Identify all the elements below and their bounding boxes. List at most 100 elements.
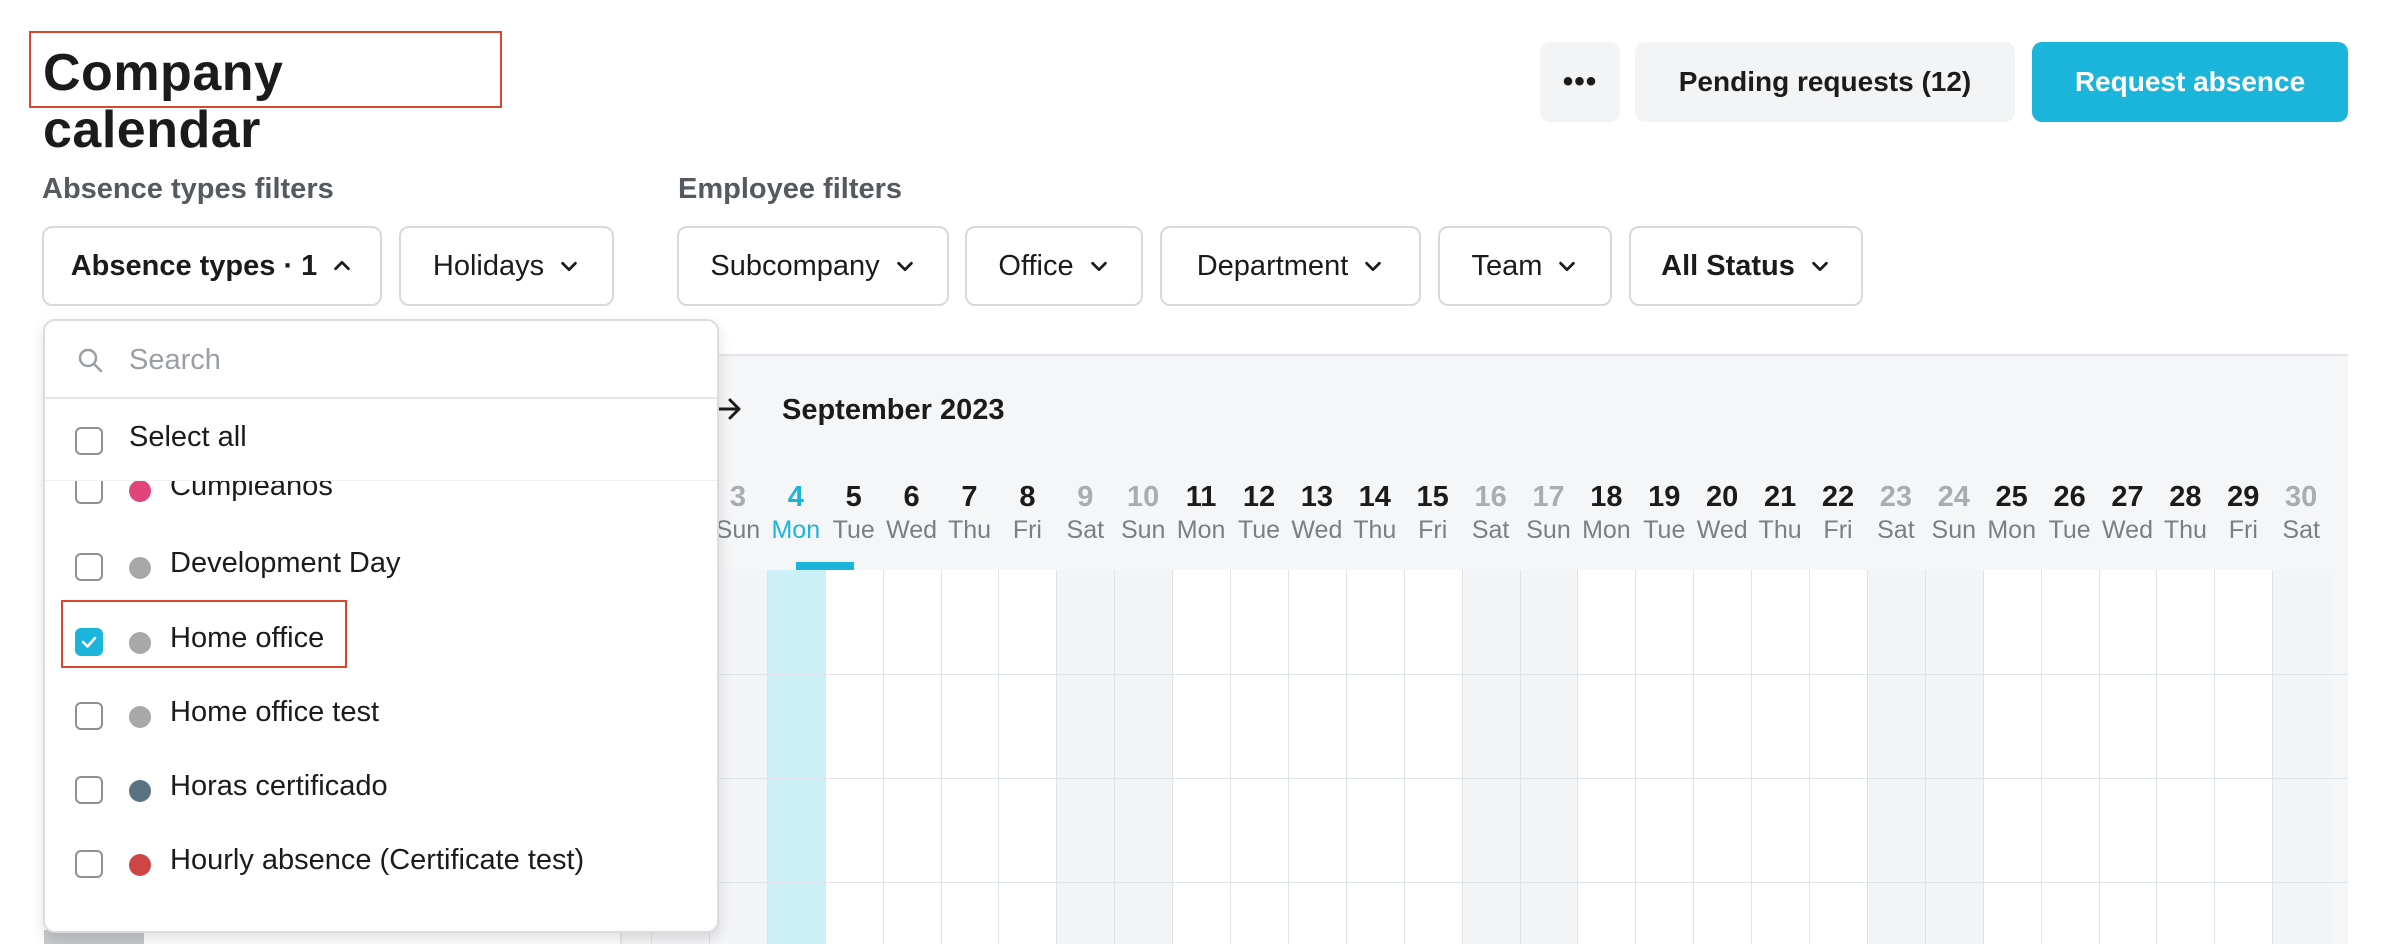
checkbox[interactable] — [75, 850, 103, 878]
chevron-down-icon — [894, 255, 916, 277]
weekday-label: Sat — [1471, 516, 1510, 544]
day-number: 22 — [1821, 481, 1855, 513]
day-column[interactable] — [766, 570, 825, 944]
select-all-row[interactable]: Select all — [45, 401, 717, 481]
weekday-label: Thu — [2163, 516, 2207, 544]
checkbox[interactable] — [75, 776, 103, 804]
weekday-label: Wed — [2102, 516, 2153, 544]
list-item-home-office-test[interactable]: Home office test — [45, 678, 717, 752]
status-filter-button[interactable]: All Status — [1629, 226, 1863, 306]
day-column[interactable] — [1056, 570, 1115, 944]
day-number: 13 — [1300, 481, 1334, 513]
holidays-filter-button[interactable]: Holidays — [399, 226, 614, 306]
color-dot — [129, 706, 151, 728]
weekday-label: Sun — [1120, 516, 1166, 544]
chevron-down-icon — [1088, 255, 1110, 277]
search-input[interactable] — [129, 339, 689, 381]
chevron-down-icon — [1556, 255, 1578, 277]
day-column[interactable] — [2040, 570, 2099, 944]
day-column[interactable] — [998, 570, 1057, 944]
day-header: 29 Fri — [2214, 480, 2272, 546]
day-column[interactable] — [1345, 570, 1404, 944]
more-options-button[interactable]: ••• — [1540, 42, 1620, 122]
pending-requests-button[interactable]: Pending requests (12) — [1635, 42, 2015, 122]
day-header: 14 Thu — [1346, 480, 1404, 546]
day-column[interactable] — [2272, 570, 2331, 944]
day-column[interactable] — [1287, 570, 1346, 944]
list-item-hourly-absence[interactable]: Hourly absence (Certificate test) — [45, 826, 717, 900]
day-column[interactable] — [1172, 570, 1231, 944]
day-number: 16 — [1474, 481, 1507, 513]
day-header: 7 Thu — [941, 480, 999, 546]
day-column[interactable] — [1461, 570, 1520, 944]
day-header: 28 Thu — [2156, 480, 2214, 546]
day-column[interactable] — [2156, 570, 2215, 944]
status-label: All Status — [1661, 249, 1795, 282]
request-absence-button[interactable]: Request absence — [2032, 42, 2348, 122]
department-label: Department — [1196, 249, 1349, 282]
subcompany-filter-button[interactable]: Subcompany — [677, 226, 949, 306]
day-header: 20 Wed — [1693, 480, 1751, 546]
day-column[interactable] — [940, 570, 999, 944]
day-column[interactable] — [1751, 570, 1810, 944]
weekday-label: Sat — [1877, 516, 1915, 544]
day-column[interactable] — [824, 570, 883, 944]
day-column[interactable] — [1982, 570, 2041, 944]
day-number: 21 — [1763, 481, 1797, 513]
day-number: 12 — [1242, 481, 1276, 513]
day-column[interactable] — [1403, 570, 1462, 944]
day-header: 11 Mon — [1172, 480, 1230, 546]
day-column[interactable] — [2098, 570, 2157, 944]
day-header: 5 Tue — [825, 480, 883, 546]
team-label: Team — [1471, 249, 1543, 282]
dropdown-search-bar — [45, 321, 717, 399]
weekday-label: Thu — [1353, 516, 1397, 544]
checkbox[interactable] — [75, 553, 103, 581]
day-column[interactable] — [1230, 570, 1288, 944]
item-label: Development Day — [170, 547, 401, 579]
day-column[interactable] — [1924, 570, 1983, 944]
select-all-checkbox[interactable] — [75, 427, 103, 455]
absence-types-filter-button[interactable]: Absence types · 1 — [42, 226, 382, 306]
day-header: 22 Fri — [1809, 480, 1867, 546]
color-dot — [129, 854, 151, 876]
day-number: 11 — [1185, 481, 1217, 513]
day-header: 30 Sat — [2272, 480, 2330, 546]
day-number: 29 — [2227, 481, 2260, 513]
office-label: Office — [998, 249, 1074, 282]
day-number: 30 — [2285, 481, 2318, 513]
office-filter-button[interactable]: Office — [965, 226, 1143, 306]
weekday-label: Mon — [1582, 516, 1631, 544]
day-number: 6 — [903, 481, 920, 513]
day-column[interactable] — [1635, 570, 1694, 944]
list-item-development-day[interactable]: Development Day — [45, 530, 717, 604]
day-number: 17 — [1532, 481, 1565, 513]
day-header: 25 Mon — [1983, 480, 2041, 546]
day-number: 7 — [961, 481, 978, 513]
weekday-label: Wed — [886, 516, 938, 544]
department-filter-button[interactable]: Department — [1160, 226, 1421, 306]
chevron-down-icon — [558, 255, 580, 277]
day-column[interactable] — [882, 570, 941, 944]
day-column[interactable] — [1114, 570, 1173, 944]
day-column[interactable] — [1693, 570, 1752, 944]
day-header: 16 Sat — [1462, 480, 1520, 546]
chevron-down-icon — [1362, 255, 1384, 277]
day-column[interactable] — [2214, 570, 2273, 944]
list-item-horas-certificado[interactable]: Horas certificado — [45, 752, 717, 826]
checkbox[interactable] — [75, 702, 103, 730]
weekday-label: Wed — [1291, 516, 1343, 544]
day-number: 28 — [2169, 481, 2202, 513]
day-column[interactable] — [1577, 570, 1636, 944]
team-filter-button[interactable]: Team — [1438, 226, 1612, 306]
day-header: 19 Tue — [1635, 480, 1693, 546]
day-column[interactable] — [1809, 570, 1867, 944]
day-column[interactable] — [1519, 570, 1578, 944]
weekday-label: Thu — [1758, 516, 1802, 544]
chevron-down-icon — [1809, 255, 1831, 277]
day-column[interactable] — [1866, 570, 1925, 944]
day-number: 25 — [1995, 481, 2028, 513]
day-number: 5 — [845, 481, 862, 513]
day-number: 14 — [1358, 481, 1391, 513]
day-header: 6 Wed — [883, 480, 941, 546]
